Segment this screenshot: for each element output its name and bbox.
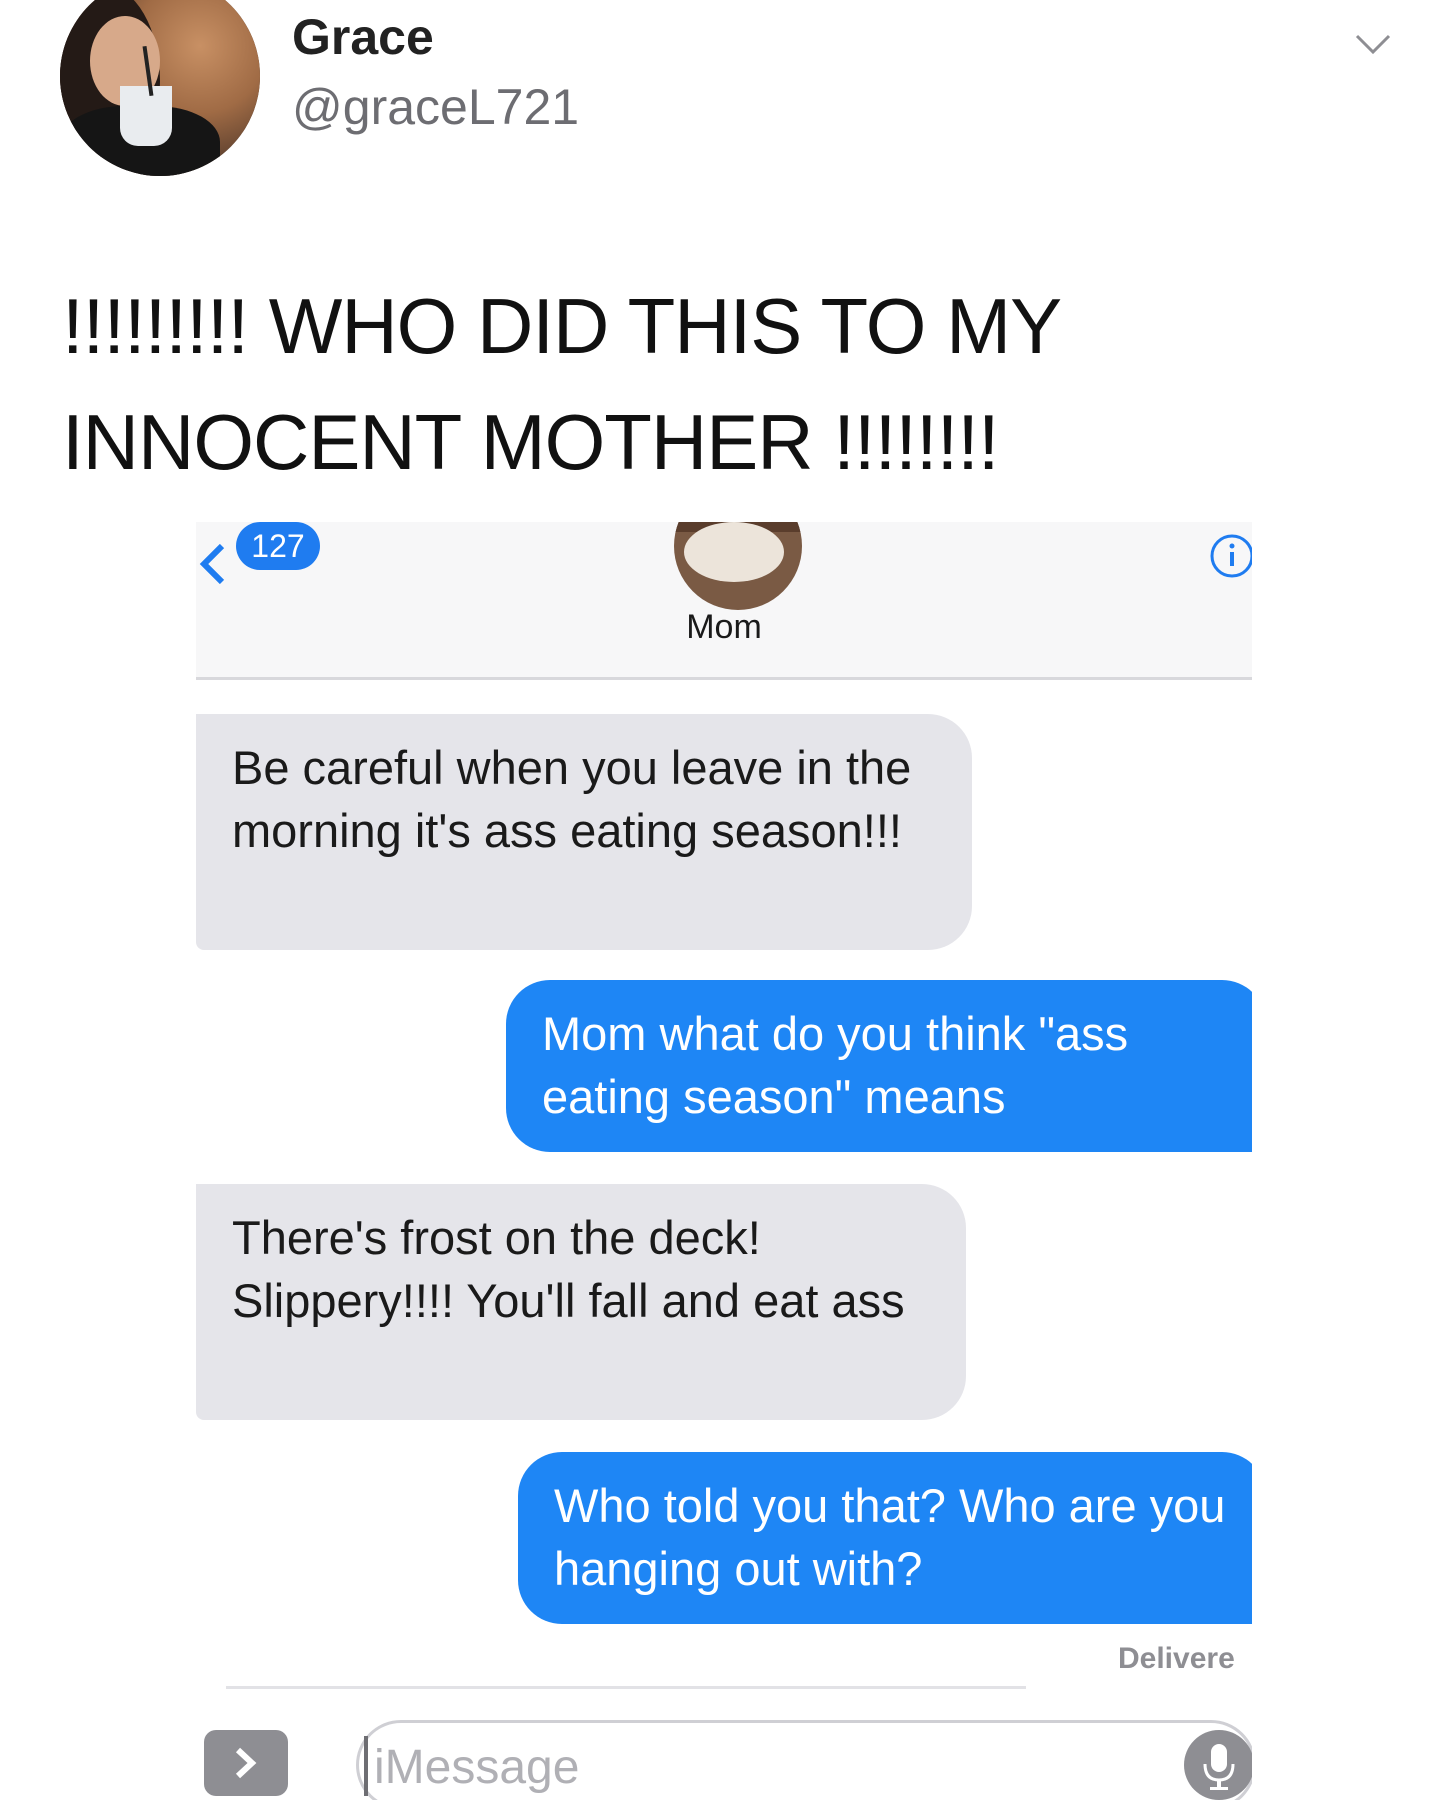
user-handle[interactable]: @graceL721	[292, 78, 579, 136]
microphone-button[interactable]	[1184, 1730, 1252, 1800]
microphone-icon	[1203, 1744, 1235, 1790]
incoming-message-bubble[interactable]: There's frost on the deck! Slippery!!!! …	[196, 1184, 966, 1420]
incoming-message-bubble[interactable]: Be careful when you leave in the morning…	[196, 714, 972, 950]
delivery-status: Delivere	[1118, 1642, 1235, 1675]
chevron-right-icon	[235, 1747, 257, 1779]
user-display-name[interactable]: Grace	[292, 8, 434, 66]
info-icon[interactable]	[1208, 532, 1252, 580]
message-screenshot: 127 Mom Be careful when you leave in the…	[196, 522, 1252, 1800]
tweet-text-line-1: !!!!!!!!! WHO DID THIS TO MY	[62, 282, 1062, 370]
unread-count-badge[interactable]: 127	[236, 522, 320, 570]
divider	[226, 1686, 1026, 1689]
user-avatar[interactable]	[60, 0, 260, 176]
contact-avatar[interactable]	[674, 522, 802, 610]
text-caret	[364, 1736, 368, 1796]
outgoing-message-bubble[interactable]: Mom what do you think "ass eating season…	[506, 980, 1252, 1152]
outgoing-message-bubble[interactable]: Who told you that? Who are you hanging o…	[518, 1452, 1252, 1624]
tweet-page: Grace @graceL721 !!!!!!!!! WHO DID THIS …	[0, 0, 1440, 1800]
tweet-text-line-2: INNOCENT MOTHER !!!!!!!!	[62, 398, 1000, 486]
tweet-text: !!!!!!!!! WHO DID THIS TO MY INNOCENT MO…	[62, 268, 1362, 500]
apps-button[interactable]	[204, 1730, 288, 1796]
compose-bar: iMessage	[196, 1700, 1252, 1800]
conversation-header: 127 Mom	[196, 522, 1252, 680]
chevron-down-icon[interactable]	[1353, 30, 1393, 60]
message-input-placeholder: iMessage	[374, 1741, 580, 1794]
contact-name[interactable]: Mom	[196, 608, 1252, 647]
back-chevron-icon[interactable]	[196, 544, 226, 584]
